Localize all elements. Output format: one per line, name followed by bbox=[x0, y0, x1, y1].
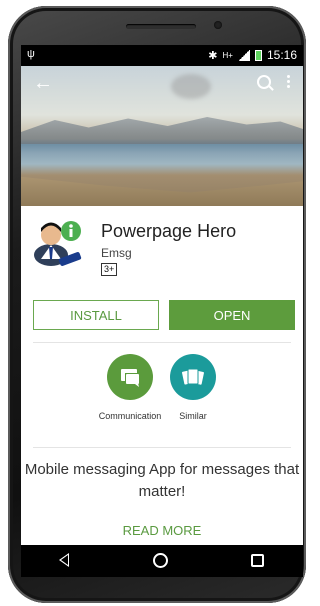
search-icon[interactable] bbox=[257, 75, 271, 89]
app-title: Powerpage Hero bbox=[101, 221, 237, 241]
navigation-bar bbox=[21, 545, 303, 577]
network-type: H+ bbox=[222, 50, 233, 60]
nav-back-icon[interactable] bbox=[59, 553, 69, 567]
app-icon bbox=[33, 215, 83, 267]
bluetooth-icon: ✱ bbox=[208, 49, 218, 62]
more-vert-icon[interactable] bbox=[287, 75, 290, 78]
front-camera bbox=[214, 21, 222, 29]
status-bar: ψ ✱ H+ 15:16 bbox=[21, 45, 303, 66]
read-more-link[interactable]: READ MORE bbox=[21, 523, 303, 538]
chat-icon bbox=[121, 369, 139, 387]
divider bbox=[33, 342, 291, 343]
clock: 15:16 bbox=[266, 48, 297, 62]
usb-icon: ψ bbox=[27, 48, 35, 60]
nav-recents-icon[interactable] bbox=[251, 554, 264, 567]
signal-icon bbox=[237, 49, 250, 61]
similar-label[interactable]: Similar bbox=[158, 410, 228, 422]
nav-home-icon[interactable] bbox=[153, 553, 168, 568]
shoreline bbox=[21, 176, 303, 206]
app-description: Mobile messaging App for messages that m… bbox=[24, 461, 300, 500]
install-button[interactable]: INSTALL bbox=[33, 300, 159, 330]
cards-icon bbox=[182, 368, 204, 385]
back-arrow-icon[interactable]: ← bbox=[33, 72, 53, 95]
communication-category-button[interactable] bbox=[107, 354, 153, 400]
communication-category-label[interactable]: Communication bbox=[95, 410, 165, 422]
speaker-grille bbox=[126, 24, 196, 29]
battery-icon bbox=[254, 49, 262, 61]
screen: ψ ✱ H+ 15:16 ← Powerpage Hero Emsg 3+ IN… bbox=[21, 45, 303, 577]
app-bar: ← bbox=[21, 66, 303, 102]
developer-name[interactable]: Emsg bbox=[101, 246, 132, 260]
divider bbox=[33, 447, 291, 448]
content-rating-badge: 3+ bbox=[101, 263, 118, 276]
similar-apps-button[interactable] bbox=[170, 354, 216, 400]
mountains bbox=[21, 117, 303, 144]
feature-graphic: ← bbox=[21, 66, 303, 206]
open-button[interactable]: OPEN bbox=[169, 300, 295, 330]
